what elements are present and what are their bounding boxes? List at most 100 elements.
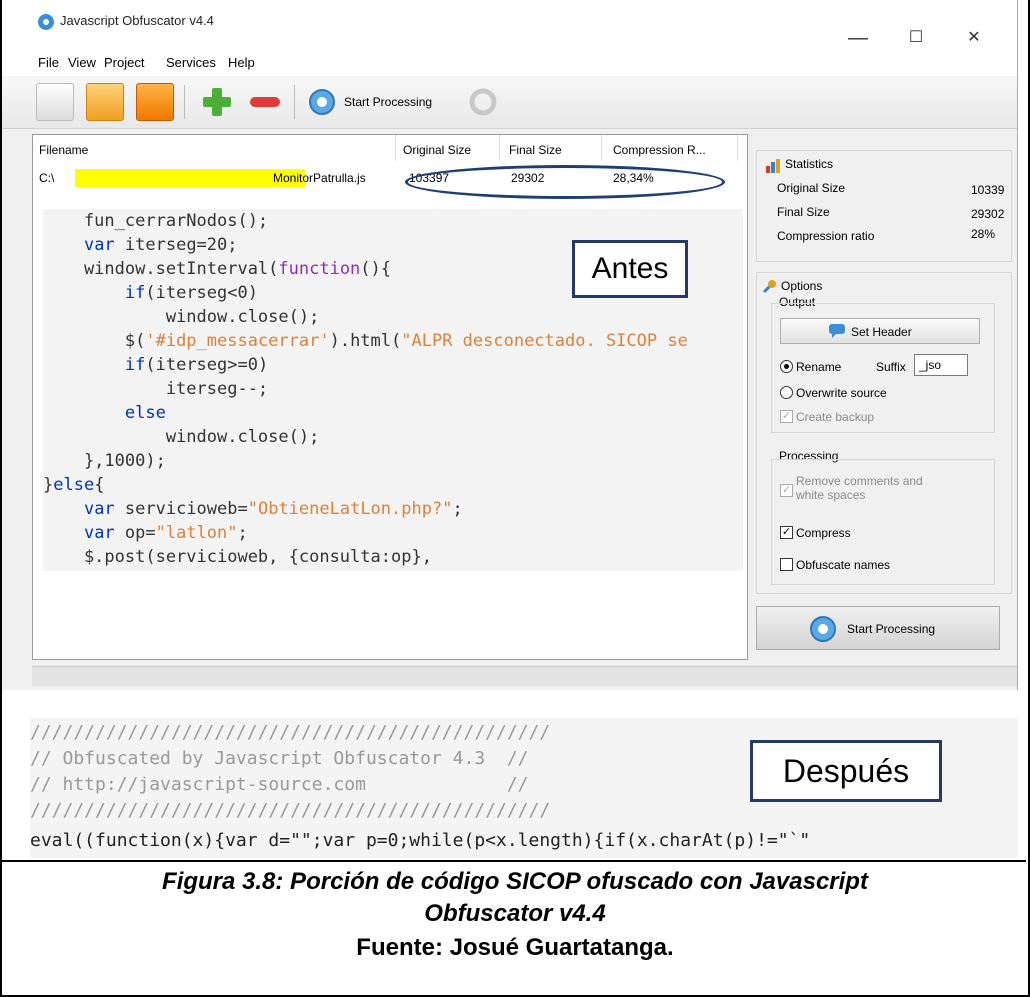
code-line: if(iterseg>=0) — [124, 355, 269, 375]
remove-file-icon[interactable] — [246, 83, 284, 121]
code-line: window.close(); — [43, 427, 320, 447]
code-line: if(iterseg<0) — [124, 283, 258, 303]
code-comment-line: ////////////////////////////////////////… — [30, 722, 551, 743]
code-line: var servicioweb="ObtieneLatLon.php?"; — [83, 499, 463, 519]
menu-services[interactable]: Services — [166, 55, 216, 70]
code-line: },1000); — [43, 451, 166, 471]
code-comment-line: ////////////////////////////////////////… — [30, 800, 551, 821]
maximize-button[interactable]: ☐ — [896, 28, 936, 48]
redacted-path-highlight — [75, 169, 305, 187]
code-line: $.post(servicioweb, {consulta:op}, — [43, 547, 432, 567]
remove-comments-checkbox[interactable]: ✓ — [780, 484, 793, 497]
set-header-label: Set Header — [851, 325, 912, 339]
start-processing-button[interactable]: Start Processing — [756, 606, 1000, 650]
code-line: else — [124, 403, 166, 423]
menu-project[interactable]: Project — [104, 55, 144, 70]
file-list-panel: Filename Original Size Final Size Compre… — [32, 134, 748, 660]
processing-group: ✓ Remove comments and white spaces ✓ Com… — [771, 459, 995, 585]
speech-bubble-icon — [829, 324, 845, 338]
statistics-title: Statistics — [785, 157, 834, 171]
highlight-oval — [405, 165, 725, 199]
menu-view[interactable]: View — [68, 55, 96, 70]
figure-caption-line-2: Obfuscator v4.4 — [424, 900, 606, 927]
code-line: }else{ — [43, 475, 105, 495]
rename-radio[interactable] — [780, 360, 793, 373]
code-line: window.close(); — [43, 307, 320, 327]
title-bar: Javascript Obfuscator v4.4 — ☐ ✕ — [2, 0, 1017, 48]
save-icon[interactable] — [136, 83, 174, 121]
statistics-icon — [766, 159, 780, 173]
menu-help[interactable]: Help — [228, 55, 255, 70]
remove-comments-label-2: white spaces — [796, 488, 866, 502]
new-file-icon[interactable] — [36, 83, 74, 121]
close-button[interactable]: ✕ — [954, 28, 994, 48]
toolbar-separator — [184, 85, 185, 119]
minimize-button[interactable]: — — [838, 28, 878, 48]
stat-ratio-label: Compression ratio — [777, 229, 875, 243]
remove-comments-label: Remove comments and — [796, 474, 923, 488]
open-folder-icon[interactable] — [86, 83, 124, 121]
code-line: $('#idp_messacerrar').html("ALPR descone… — [43, 331, 688, 351]
create-backup-checkbox[interactable]: ✓ — [780, 410, 793, 423]
compress-label: Compress — [796, 526, 851, 540]
code-after: ////////////////////////////////////////… — [30, 718, 1018, 858]
column-original-size[interactable]: Original Size — [403, 143, 471, 157]
code-line: fun_cerrarNodos(); — [43, 211, 269, 231]
after-annotation: Después — [750, 740, 942, 802]
column-separator — [499, 135, 500, 161]
app-window: Javascript Obfuscator v4.4 — ☐ ✕ File Vi… — [2, 0, 1018, 690]
refresh-icon[interactable] — [464, 83, 502, 121]
code-line: var op="latlon"; — [83, 523, 248, 543]
caption-divider — [2, 860, 1026, 862]
options-title: Options — [781, 279, 823, 293]
menu-file[interactable]: File — [38, 55, 59, 70]
start-processing-toolbar-button[interactable]: Start Processing — [304, 83, 454, 121]
menu-bar: File View Project Services Help — [2, 48, 1017, 76]
stat-original-value: 10339 — [971, 183, 1005, 197]
set-header-button[interactable]: Set Header — [780, 318, 980, 344]
suffix-label: Suffix — [876, 360, 906, 374]
code-line: iterseg--; — [43, 379, 269, 399]
column-separator — [737, 135, 738, 161]
filename-prefix: C:\ — [39, 171, 55, 185]
figure-caption-line-1: Figura 3.8: Porción de código SICOP ofus… — [162, 868, 868, 895]
window-title: Javascript Obfuscator v4.4 — [60, 13, 214, 28]
start-processing-label: Start Processing — [847, 622, 936, 636]
code-line: var iterseg=20; — [83, 235, 238, 255]
wrench-icon — [762, 280, 776, 294]
obfuscate-label: Obfuscate names — [796, 558, 891, 572]
before-annotation: Antes — [572, 240, 688, 298]
start-processing-toolbar-label: Start Processing — [344, 95, 433, 109]
suffix-input[interactable]: _jso — [914, 354, 968, 376]
side-panel: Statistics Original Size 10339 Final Siz… — [754, 134, 1017, 660]
overwrite-label: Overwrite source — [796, 386, 887, 400]
eval-code-line: eval((function(x){var d="";var p=0;while… — [30, 830, 811, 851]
statistics-group: Statistics Original Size 10339 Final Siz… — [756, 150, 1012, 262]
output-group: Set Header Rename Suffix _jso Overwrite … — [771, 303, 995, 433]
rename-label: Rename — [796, 360, 842, 374]
code-comment-line: // Obfuscated by Javascript Obfuscator 4… — [30, 748, 529, 769]
code-comment-line: // http://javascript-source.com // — [30, 774, 529, 795]
overwrite-radio[interactable] — [780, 386, 793, 399]
column-filename[interactable]: Filename — [39, 143, 88, 157]
stat-original-label: Original Size — [777, 181, 846, 195]
compress-checkbox[interactable]: ✓ — [780, 526, 793, 539]
column-compression-ratio[interactable]: Compression R... — [613, 143, 706, 157]
toolbar-separator — [294, 85, 295, 119]
status-bar — [32, 666, 1017, 686]
column-separator — [395, 135, 396, 161]
options-group: Options Output Set Header Rename Suffix … — [756, 272, 1012, 594]
stat-final-value: 29302 — [971, 207, 1005, 221]
stat-ratio-value: 28% — [971, 227, 996, 241]
gear-icon — [810, 616, 836, 642]
figure-source: Fuente: Josué Guartatanga. — [356, 934, 674, 961]
obfuscate-checkbox[interactable] — [780, 558, 793, 571]
app-icon — [38, 14, 54, 30]
toolbar: Start Processing — [2, 77, 1017, 129]
create-backup-label: Create backup — [796, 410, 875, 424]
code-line: window.setInterval(function(){ — [43, 259, 392, 279]
add-file-icon[interactable] — [198, 83, 236, 121]
column-final-size[interactable]: Final Size — [509, 143, 562, 157]
stat-final-label: Final Size — [777, 205, 830, 219]
filename-cell[interactable]: MonitorPatrulla.js — [273, 171, 366, 185]
